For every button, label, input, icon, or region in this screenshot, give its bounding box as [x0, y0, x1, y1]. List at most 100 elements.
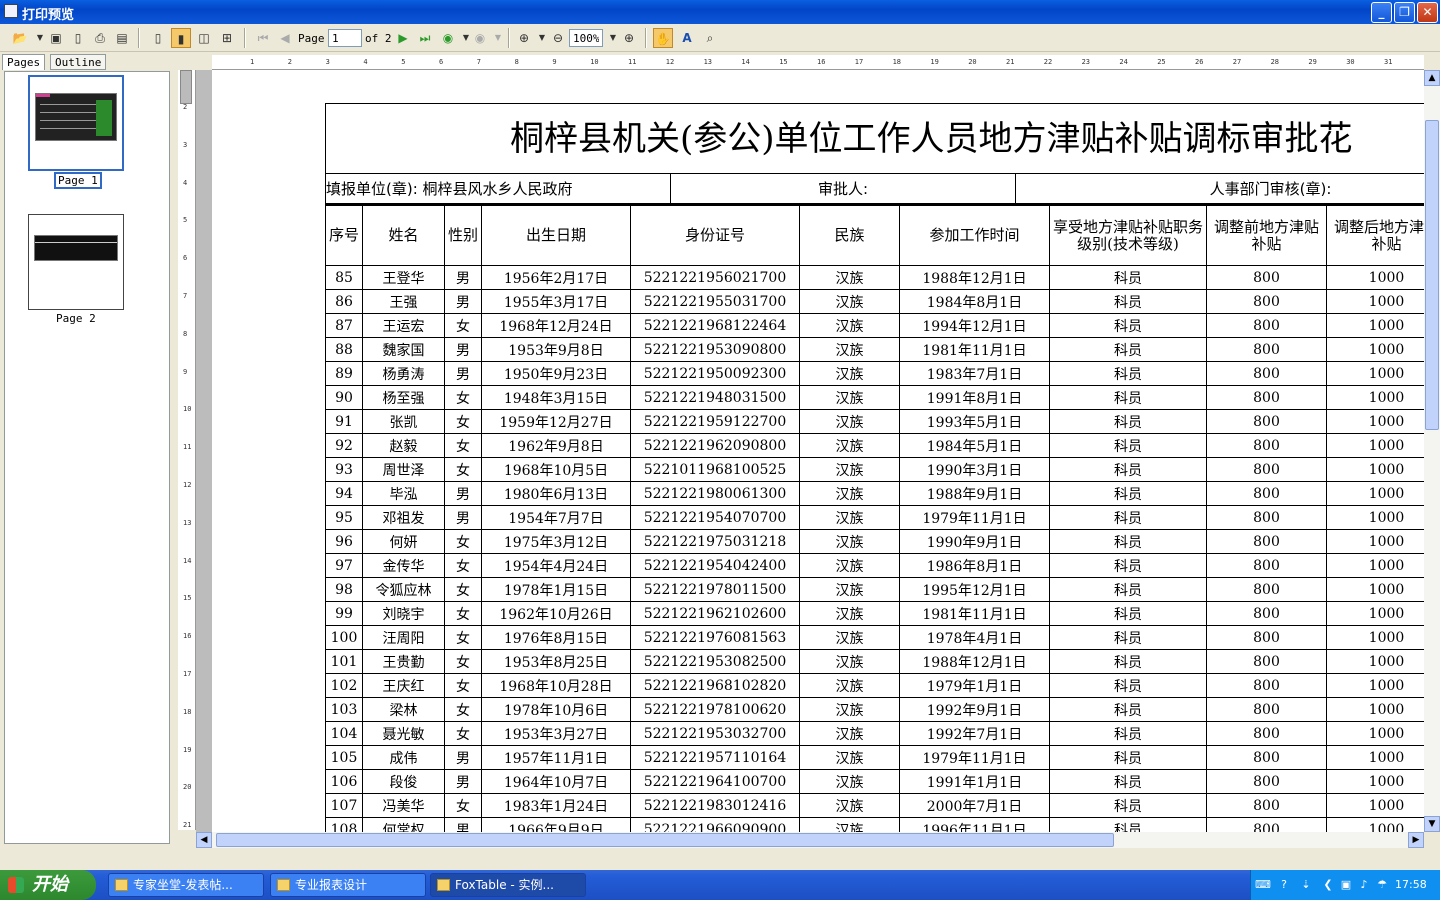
table-cell: 男: [444, 289, 482, 314]
table-cell: 1995年12月1日: [899, 577, 1050, 602]
tab-pages[interactable]: Pages: [2, 54, 46, 70]
table-cell: 科员: [1049, 457, 1207, 482]
first-page-icon[interactable]: ⏮: [253, 28, 273, 48]
save-icon[interactable]: ▣: [46, 28, 66, 48]
table-cell: 女: [444, 433, 482, 458]
table-cell: 1000: [1326, 385, 1424, 410]
vertical-ruler: 2345678910111213141516171819202122: [178, 70, 196, 830]
scroll-right-icon[interactable]: ▶: [1408, 832, 1424, 848]
table-cell: 86: [325, 289, 363, 314]
table-cell: 800: [1206, 601, 1327, 626]
page-number-input[interactable]: [328, 29, 362, 47]
zoom-out-icon[interactable]: ⊖: [548, 28, 568, 48]
table-cell: 1955年3月17日: [481, 289, 631, 314]
table-cell: 5221221976081563: [630, 625, 800, 650]
table-cell: 106: [325, 769, 363, 794]
vertical-scroll-thumb[interactable]: [1425, 120, 1439, 430]
table-cell: 金传华: [362, 553, 445, 578]
start-button[interactable]: 开始: [0, 870, 96, 900]
keyboard-icon[interactable]: ⌨: [1255, 878, 1271, 892]
network-icon[interactable]: ▣: [1339, 878, 1353, 892]
go-forward-dropdown-icon[interactable]: ▼: [488, 28, 508, 48]
table-cell: 科员: [1049, 721, 1207, 746]
table-cell: 87: [325, 313, 363, 338]
table-cell: 科员: [1049, 625, 1207, 650]
scroll-left-icon[interactable]: ◀: [196, 832, 212, 848]
table-cell: 5221221954042400: [630, 553, 800, 578]
prev-page-icon[interactable]: ◀: [275, 28, 295, 48]
table-cell: 汉族: [799, 577, 900, 602]
ruler-tick-label: 23: [1081, 58, 1091, 66]
table-cell: 800: [1206, 313, 1327, 338]
next-page-icon[interactable]: ▶: [393, 28, 413, 48]
hand-tool-icon[interactable]: ✋: [653, 28, 673, 48]
table-cell: 1980年6月13日: [481, 481, 631, 506]
ruler-tick-label: 22: [1043, 58, 1053, 66]
task-report-design[interactable]: 专业报表设计: [270, 873, 426, 897]
table-cell: 800: [1206, 337, 1327, 362]
ruler-tick-label: 15: [183, 594, 192, 603]
close-button[interactable]: ✕: [1417, 2, 1438, 23]
page-1-thumbnail[interactable]: [28, 75, 124, 171]
ruler-tick-label: 10: [590, 58, 599, 66]
zoom-input[interactable]: [569, 29, 603, 47]
table-cell: 1000: [1326, 481, 1424, 506]
ruler-knob[interactable]: [180, 70, 192, 104]
preview-viewport[interactable]: 桐梓县机关(参公)单位工作人员地方津贴补贴调标审批花 填报单位(章): 桐梓县风…: [212, 70, 1424, 832]
table-cell: 1988年12月1日: [899, 265, 1050, 290]
scroll-up-icon[interactable]: ▲: [1424, 70, 1440, 86]
new-page-icon[interactable]: ▯: [68, 28, 88, 48]
table-cell: 1968年10月5日: [481, 457, 631, 482]
table-cell: 800: [1206, 793, 1327, 818]
find-icon[interactable]: ⌕: [700, 28, 720, 48]
horizontal-scroll-thumb[interactable]: [216, 833, 1114, 847]
scroll-down-icon[interactable]: ▼: [1424, 816, 1440, 832]
restore-button[interactable]: ❐: [1394, 2, 1415, 23]
zoom-plus-icon[interactable]: ⊕: [619, 28, 639, 48]
table-cell: 1996年11月1日: [899, 817, 1050, 832]
table-cell: 1983年7月1日: [899, 361, 1050, 386]
column-header: 序号: [325, 205, 363, 266]
two-pages-icon[interactable]: ◫: [194, 28, 214, 48]
volume-icon[interactable]: ♪: [1357, 878, 1371, 892]
table-cell: 女: [444, 409, 482, 434]
table-cell: 科员: [1049, 265, 1207, 290]
last-page-icon[interactable]: ⏭: [415, 28, 435, 48]
help-icon[interactable]: ?: [1277, 878, 1291, 892]
multi-pages-icon[interactable]: ⊞: [217, 28, 237, 48]
table-cell: 毕泓: [362, 481, 445, 506]
page-1-caption[interactable]: Page 1: [54, 172, 102, 189]
text-select-icon[interactable]: A: [677, 28, 697, 48]
table-cell: 科员: [1049, 793, 1207, 818]
open-icon[interactable]: 📂: [10, 28, 30, 48]
horizontal-scrollbar[interactable]: ◀ ▶: [196, 832, 1424, 848]
page-2-thumbnail[interactable]: [28, 214, 124, 310]
table-cell: 王登华: [362, 265, 445, 290]
tab-outline[interactable]: Outline: [50, 54, 107, 70]
page-2-caption[interactable]: Page 2: [56, 312, 96, 325]
table-cell: 1000: [1326, 769, 1424, 794]
continuous-page-icon[interactable]: ▮: [171, 28, 191, 48]
table-cell: 1000: [1326, 553, 1424, 578]
update-icon[interactable]: ☂: [1375, 878, 1389, 892]
title-bar: 打印预览 _ ❐ ✕: [0, 0, 1440, 24]
single-page-icon[interactable]: ▯: [148, 28, 168, 48]
tray-expand-icon[interactable]: ❮: [1321, 878, 1335, 892]
task-forum[interactable]: 专家坐堂-发表帖...: [108, 873, 264, 897]
zoom-in-icon[interactable]: ⊕: [514, 28, 534, 48]
print-icon[interactable]: ⎙: [90, 28, 110, 48]
page-setup-icon[interactable]: ▤: [112, 28, 132, 48]
table-cell: 1000: [1326, 649, 1424, 674]
ime-icon[interactable]: ⇣: [1299, 878, 1313, 892]
task-foxtable[interactable]: FoxTable - 实例...: [430, 873, 586, 897]
minimize-button[interactable]: _: [1371, 2, 1392, 23]
table-cell: 男: [444, 361, 482, 386]
table-cell: 91: [325, 409, 363, 434]
table-row: 101 王贵勤女 1953年8月25日 5221221953082500 汉族 1988年…: [325, 649, 1424, 674]
table-cell: 1956年2月17日: [481, 265, 631, 290]
table-cell: 科员: [1049, 313, 1207, 338]
go-back-icon[interactable]: ◉: [438, 28, 458, 48]
vertical-scrollbar[interactable]: ▲ ▼: [1424, 70, 1440, 832]
go-forward-icon[interactable]: ◉: [470, 28, 490, 48]
table-cell: 1000: [1326, 505, 1424, 530]
